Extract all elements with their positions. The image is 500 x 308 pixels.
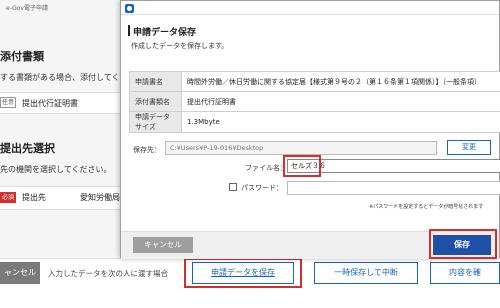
row-key: 添付書類名 xyxy=(129,91,182,112)
row-value: 提出代行証明書 xyxy=(181,91,500,112)
highlight-filename xyxy=(283,155,321,177)
change-location-button[interactable]: 変更 xyxy=(447,140,491,155)
section-heading-destination: 提出先選択 xyxy=(0,142,55,155)
password-checkbox[interactable] xyxy=(229,183,237,191)
password-note: ※パスワードを設定するとデータが暗号化されます xyxy=(369,204,484,210)
dialog-titlebar xyxy=(121,1,499,15)
filename-label: ファイル名： xyxy=(245,164,287,172)
confirm-content-button[interactable]: 内容を確 xyxy=(430,262,500,284)
password-input[interactable] xyxy=(287,181,500,195)
dialog-title: 申請データ保存 xyxy=(133,28,197,38)
dialog-cancel-button[interactable]: キャンセル xyxy=(133,237,193,253)
section-description-destination: 先の機関を選択してください。 xyxy=(0,165,112,174)
page-cancel-button[interactable]: ャンセル xyxy=(0,262,40,284)
destination-label: 提出先 xyxy=(22,193,46,202)
title-accent-bar xyxy=(128,25,130,36)
save-location-field: C:¥Users¥P-19-016¥Desktop xyxy=(165,141,437,155)
save-location-label: 保存先： xyxy=(133,146,161,154)
row-value: 時間外労働／休日労働に関する協定届【様式第９号の２（第１６条第１項関係）】（一般… xyxy=(181,71,500,92)
attachment-label: 提出代行証明書 xyxy=(22,99,78,108)
dialog-subtitle: 作成したデータを保存します。 xyxy=(131,42,229,50)
row-key: 申請データサイズ xyxy=(129,111,182,133)
table-row: 申請データサイズ 1.3Mbyte xyxy=(129,111,500,133)
table-row: 申請書名 時間外労働／休日労働に関する協定届【様式第９号の２（第１６条第１項関係… xyxy=(129,71,500,92)
table-row: 添付書類名 提出代行証明書 xyxy=(129,91,500,112)
save-dialog: 申請データ保存 作成したデータを保存します。 申請書名 時間外労働／休日労働に関… xyxy=(120,0,500,259)
app-logo-icon xyxy=(125,4,134,13)
handover-hint: 入力したデータを次の人に渡す場合 xyxy=(48,269,168,278)
app-title: e-Gov電子申請 xyxy=(6,5,48,12)
destination-value: 愛知労働局 xyxy=(80,193,120,202)
row-key: 申請書名 xyxy=(129,71,182,92)
highlight-save-button xyxy=(429,229,497,259)
application-info-table: 申請書名 時間外労働／休日労働に関する協定届【様式第９号の２（第１６条第１項関係… xyxy=(129,71,500,133)
section-heading-attachments: 添付書類 xyxy=(0,50,44,63)
password-label: パスワード： xyxy=(241,184,283,192)
optional-badge: 任意 xyxy=(0,97,16,108)
row-value: 1.3Mbyte xyxy=(181,111,500,133)
highlight-save-application-data xyxy=(184,258,302,288)
required-badge: 必須 xyxy=(0,192,16,203)
section-description-attachments: する書類がある場合、添付してくだ xyxy=(0,73,128,82)
temp-save-button[interactable]: 一時保存して中断 xyxy=(314,262,418,284)
